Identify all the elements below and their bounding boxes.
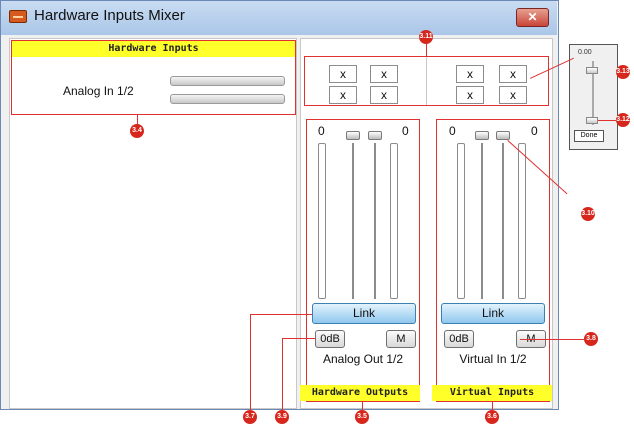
level-meter-left: [318, 143, 326, 299]
gain-left-value: 0: [318, 124, 325, 138]
fader-knob-right[interactable]: [368, 131, 382, 140]
level-meter-right: [390, 143, 398, 299]
matrix-cell[interactable]: x: [499, 65, 527, 83]
link-button[interactable]: Link: [441, 303, 545, 324]
matrix-cell[interactable]: x: [370, 86, 398, 104]
fader-knob-left[interactable]: [346, 131, 360, 140]
popup-slider-knob[interactable]: [586, 117, 598, 124]
popup-done-button[interactable]: Done: [574, 130, 604, 142]
app-icon: [9, 10, 27, 23]
callout-marker: 3.6: [485, 410, 499, 424]
callout-marker: 3.8: [584, 332, 598, 346]
gain-right-value: 0: [402, 124, 409, 138]
mute-button[interactable]: M: [386, 330, 416, 348]
fader-knob-left[interactable]: [475, 131, 489, 140]
callout-line: [362, 401, 363, 410]
callout-marker: 3.7: [243, 410, 257, 424]
close-icon: ✕: [527, 10, 538, 24]
window-title: Hardware Inputs Mixer: [34, 7, 185, 24]
close-button[interactable]: ✕: [516, 8, 549, 27]
callout-line: [520, 339, 584, 340]
callout-marker: 3.10: [581, 207, 595, 221]
callout-marker: 3.5: [355, 410, 369, 424]
callout-marker: 3.13: [616, 65, 630, 79]
zero-db-button[interactable]: 0dB: [444, 330, 474, 348]
fader-track-right: [374, 143, 376, 299]
gain-right-value: 0: [531, 124, 538, 138]
fader-track-left: [352, 143, 354, 299]
callout-line: [250, 314, 312, 315]
callout-marker: 3.9: [275, 410, 289, 424]
callout-line: [282, 338, 315, 339]
matrix-cell[interactable]: x: [370, 65, 398, 83]
matrix-cell[interactable]: x: [499, 86, 527, 104]
zero-db-button[interactable]: 0dB: [315, 330, 345, 348]
matrix-cell[interactable]: x: [329, 86, 357, 104]
gain-left-value: 0: [449, 124, 456, 138]
level-meter-left: [457, 143, 465, 299]
level-meter-right: [518, 143, 526, 299]
channel-name: Analog Out 1/2: [322, 352, 404, 366]
link-button[interactable]: Link: [312, 303, 416, 324]
fader-knob-right[interactable]: [496, 131, 510, 140]
callout-line: [492, 401, 493, 410]
channel-name: Virtual In 1/2: [459, 352, 527, 366]
callout-marker: 3.4: [130, 124, 144, 138]
fader-track-left: [481, 143, 483, 299]
callout-marker: 3.12: [616, 113, 630, 127]
analog-in-left-meter: [170, 76, 285, 86]
virtual-inputs-label: Virtual Inputs: [432, 385, 552, 401]
popup-slider-top[interactable]: [586, 67, 598, 74]
fader-track-right: [502, 143, 504, 299]
callout-line: [250, 314, 251, 410]
analog-in-right-meter: [170, 94, 285, 104]
hardware-inputs-header: Hardware Inputs: [12, 41, 295, 57]
matrix-cell[interactable]: x: [456, 65, 484, 83]
callout-line: [282, 338, 283, 410]
analog-in-label: Analog In 1/2: [63, 84, 134, 98]
hardware-outputs-label: Hardware Outputs: [300, 385, 420, 401]
callout-line: [598, 120, 618, 121]
matrix-cell[interactable]: x: [329, 65, 357, 83]
popup-value: 0.00: [578, 49, 592, 56]
callout-marker: 3.11: [419, 30, 433, 44]
matrix-cell[interactable]: x: [456, 86, 484, 104]
